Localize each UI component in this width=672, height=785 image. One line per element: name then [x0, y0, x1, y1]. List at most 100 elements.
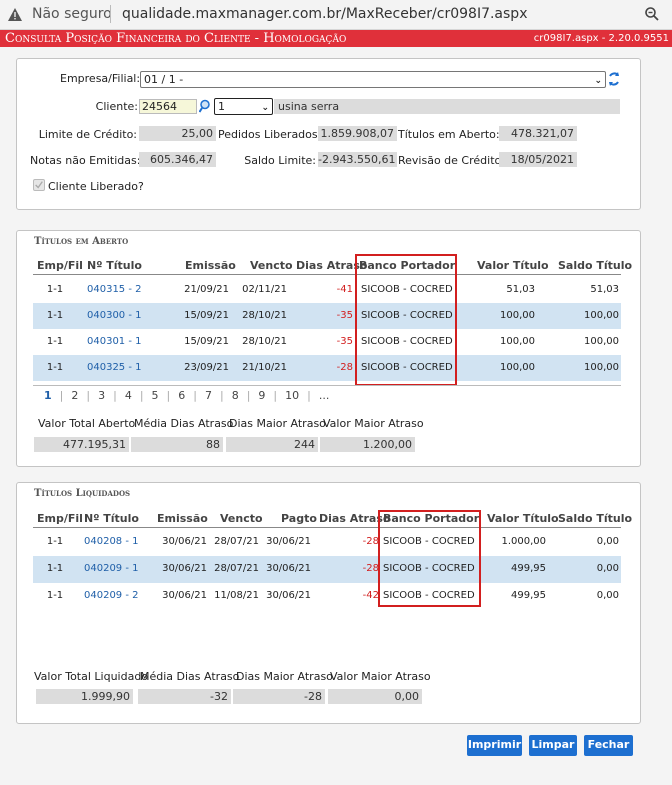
total-label: Valor Total Liquidado: [34, 670, 149, 683]
table-row[interactable]: 1-1 040209 - 1 30/06/21 28/07/21 30/06/21 -28…: [33, 556, 621, 583]
notas-label: Notas não Emitidas:: [30, 154, 141, 167]
header-saldo[interactable]: Saldo Título: [558, 257, 632, 275]
cell-pagto: 30/06/21: [266, 536, 311, 547]
url-text[interactable]: qualidade.maxmanager.com.br/MaxReceber/c…: [122, 6, 527, 22]
empresa-value: 01 / 1 -: [144, 73, 184, 86]
header-vencto[interactable]: Vencto: [220, 510, 263, 528]
cliente-liberado-checkbox[interactable]: [33, 179, 45, 191]
cell-saldo: 100,00: [584, 362, 619, 373]
page-link[interactable]: 3: [98, 389, 105, 402]
paid-table-body: 1-1 040208 - 1 30/06/21 28/07/21 30/06/21 -28…: [33, 529, 621, 610]
cell-saldo: 0,00: [596, 590, 619, 601]
cell-vencto: 02/11/21: [242, 284, 287, 295]
header-emp-fil[interactable]: Emp/Fil: [37, 510, 83, 528]
cell-titulo[interactable]: 040300 - 1: [87, 303, 167, 329]
header-titulo[interactable]: Nº Título: [87, 257, 142, 275]
cell-dias-atraso: -35: [336, 336, 353, 347]
page-link[interactable]: 8: [232, 389, 239, 402]
cell-vencto: 21/10/21: [242, 362, 287, 373]
pedidos-value: 1.859.908,07: [318, 126, 397, 141]
table-row[interactable]: 1-1 040325 - 1 23/09/21 21/10/21 -28 SICOOB -…: [33, 355, 621, 381]
header-valor[interactable]: Valor Título: [477, 257, 549, 275]
cell-titulo[interactable]: 040208 - 1: [84, 529, 154, 555]
chevron-down-icon: ⌄: [594, 76, 602, 86]
not-secure-label[interactable]: Não seguro: [32, 6, 112, 22]
cell-emissao: 30/06/21: [162, 590, 207, 601]
cliente-liberado-label: Cliente Liberado?: [48, 180, 144, 193]
cell-emp-fil: 1-1: [46, 536, 64, 547]
notas-value: 605.346,47: [139, 152, 216, 167]
cell-titulo[interactable]: 040209 - 2: [84, 583, 154, 609]
table-row[interactable]: 1-1 040208 - 1 30/06/21 28/07/21 30/06/21 -28…: [33, 529, 621, 556]
page-separator: |: [166, 389, 171, 402]
close-button[interactable]: Fechar: [584, 735, 633, 756]
cell-saldo: 0,00: [596, 536, 619, 547]
cliente-seq-select[interactable]: 1 ⌄: [214, 98, 273, 115]
table-row[interactable]: 1-1 040300 - 1 15/09/21 28/10/21 -35 SICOOB -…: [33, 303, 621, 329]
page-link[interactable]: 2: [71, 389, 78, 402]
zoom-icon[interactable]: [644, 6, 660, 22]
page-separator: |: [246, 389, 251, 402]
table-row[interactable]: 1-1 040315 - 2 21/09/21 02/11/21 -41 SICOOB -…: [33, 277, 621, 303]
page-link[interactable]: 7: [205, 389, 212, 402]
header-saldo[interactable]: Saldo Título: [558, 510, 632, 528]
cell-titulo[interactable]: 040325 - 1: [87, 355, 167, 381]
empresa-select[interactable]: 01 / 1 - ⌄: [140, 71, 606, 88]
cell-dias-atraso: -41: [336, 284, 353, 295]
chevron-down-icon: ⌄: [261, 103, 269, 113]
search-icon[interactable]: [199, 99, 213, 113]
empresa-label: Empresa/Filial:: [60, 72, 141, 85]
print-button[interactable]: Imprimir: [467, 735, 522, 756]
header-emissao[interactable]: Emissão: [185, 257, 236, 275]
cell-titulo[interactable]: 040301 - 1: [87, 329, 167, 355]
page-link[interactable]: 10: [285, 389, 299, 402]
total-value: 1.999,90: [36, 689, 133, 704]
cell-emp-fil: 1-1: [46, 362, 64, 373]
page-link[interactable]: 6: [178, 389, 185, 402]
cliente-label: Cliente:: [95, 100, 138, 113]
cell-saldo: 100,00: [584, 310, 619, 321]
page-link[interactable]: 9: [258, 389, 265, 402]
cell-vencto: 28/07/21: [214, 536, 259, 547]
total-value: 1.200,00: [320, 437, 415, 452]
cell-vencto: 28/07/21: [214, 563, 259, 574]
page-separator: |: [219, 389, 224, 402]
page-link[interactable]: ...: [319, 389, 330, 402]
check-icon: [35, 181, 43, 189]
header-titulo[interactable]: Nº Título: [84, 510, 139, 528]
header-pagto[interactable]: Pagto: [281, 510, 317, 528]
header-vencto[interactable]: Vencto: [250, 257, 293, 275]
header-emp-fil[interactable]: Emp/Fil: [37, 257, 83, 275]
header-valor[interactable]: Valor Título: [487, 510, 559, 528]
clear-button[interactable]: Limpar: [529, 735, 577, 756]
cell-emp-fil: 1-1: [46, 284, 64, 295]
cell-titulo[interactable]: 040315 - 2: [87, 277, 167, 303]
page-separator: |: [113, 389, 117, 402]
header-emissao[interactable]: Emissão: [157, 510, 208, 528]
open-table-header: Emp/Fil Nº Título Emissão Vencto Dias At…: [33, 257, 632, 275]
page-link[interactable]: 1: [44, 389, 52, 402]
cell-saldo: 100,00: [584, 336, 619, 347]
total-value: 477.195,31: [34, 437, 129, 452]
revisao-value: 18/05/2021: [499, 152, 577, 167]
total-value: 88: [131, 437, 223, 452]
divider: [110, 5, 111, 23]
cliente-code-input[interactable]: 24564: [139, 99, 197, 114]
cell-titulo[interactable]: 040209 - 1: [84, 556, 154, 582]
total-label: Dias Maior Atraso: [236, 670, 333, 683]
page-separator: |: [59, 389, 64, 402]
total-value: 244: [226, 437, 318, 452]
saldo-label: Saldo Limite:: [244, 154, 316, 167]
page-link[interactable]: 4: [125, 389, 132, 402]
table-row[interactable]: 1-1 040301 - 1 15/09/21 28/10/21 -35 SICOOB -…: [33, 329, 621, 355]
cell-emissao: 30/06/21: [162, 563, 207, 574]
total-value: 0,00: [328, 689, 422, 704]
cell-emp-fil: 1-1: [46, 590, 64, 601]
refresh-icon[interactable]: [607, 71, 621, 87]
cell-saldo: 0,00: [596, 563, 619, 574]
cell-pagto: 30/06/21: [266, 563, 311, 574]
table-row[interactable]: 1-1 040209 - 2 30/06/21 11/08/21 30/06/21 -42…: [33, 583, 621, 610]
cell-dias-atraso: -28: [362, 536, 379, 547]
page-link[interactable]: 5: [152, 389, 159, 402]
page-separator: |: [193, 389, 197, 402]
